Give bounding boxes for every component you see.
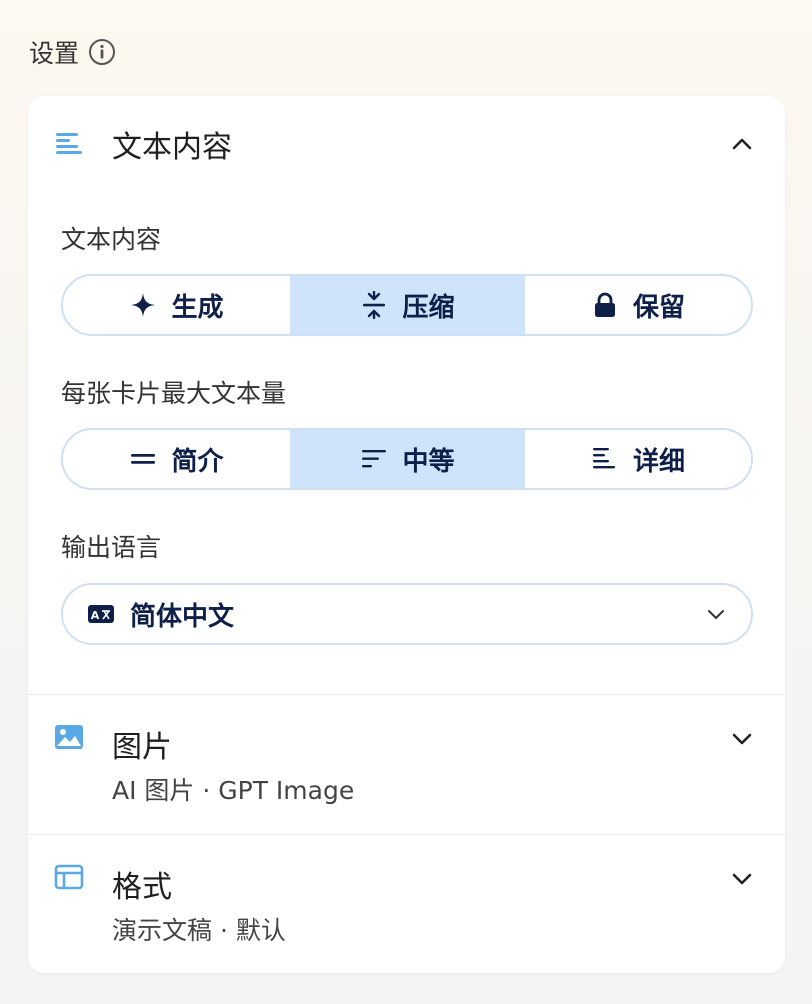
svg-text:A: A [91, 609, 100, 622]
option-generate-label: 生成 [171, 292, 224, 323]
output-language-value: 简体中文 [130, 601, 235, 632]
content-mode-label: 文本内容 [61, 225, 162, 254]
format-section-header[interactable]: 格式 演示文稿 · 默认 [28, 848, 785, 948]
output-language-select[interactable]: A 简体中文 [61, 583, 753, 645]
chevron-down-icon[interactable] [729, 866, 755, 892]
settings-title: 设置 [29, 39, 80, 68]
many-lines-icon [592, 448, 615, 469]
option-compress-button[interactable]: 压缩 [290, 276, 525, 334]
lock-icon [594, 292, 615, 317]
option-detailed-button[interactable]: 详细 [525, 430, 751, 488]
section-divider [28, 694, 785, 695]
medium-lines-icon [362, 450, 387, 468]
option-brief-button[interactable]: 简介 [63, 430, 290, 488]
text-amount-label: 每张卡片最大文本量 [61, 379, 287, 408]
text-amount-selector: 简介 中等 详细 [61, 428, 753, 490]
chevron-down-icon [705, 603, 727, 625]
option-brief-label: 简介 [171, 446, 224, 477]
chevron-down-icon[interactable] [729, 726, 755, 752]
image-section-header[interactable]: 图片 AI 图片 · GPT Image [28, 708, 785, 808]
format-section-title: 格式 [112, 870, 172, 905]
two-lines-icon [131, 454, 156, 464]
format-section-subtitle: 演示文稿 · 默认 [112, 916, 286, 945]
option-detailed-label: 详细 [632, 446, 685, 477]
image-section-subtitle: AI 图片 · GPT Image [112, 776, 355, 805]
chevron-up-icon[interactable] [729, 131, 755, 157]
text-section-header[interactable]: 文本内容 [28, 114, 785, 174]
settings-header: 设置 [29, 34, 117, 70]
info-icon[interactable] [87, 37, 117, 67]
compress-icon [363, 291, 386, 319]
section-divider [28, 834, 785, 835]
option-medium-button[interactable]: 中等 [290, 430, 525, 488]
option-keep-label: 保留 [632, 292, 685, 323]
image-section-title: 图片 [112, 730, 172, 765]
sparkle-icon [131, 293, 156, 317]
output-language-label: 输出语言 [61, 533, 162, 562]
translate-icon: A [87, 603, 115, 625]
option-medium-label: 中等 [402, 446, 455, 477]
image-icon [54, 722, 84, 752]
text-lines-icon [54, 129, 84, 159]
content-mode-selector: 生成 压缩 保留 [61, 274, 753, 336]
option-compress-label: 压缩 [402, 292, 455, 323]
settings-card: 文本内容 文本内容 生成 压缩 保留 每张卡片最大文本量 简介 中等 详细 输出… [28, 96, 785, 973]
layout-icon [54, 862, 84, 892]
option-keep-button[interactable]: 保留 [525, 276, 751, 334]
text-section-title: 文本内容 [112, 130, 232, 165]
option-generate-button[interactable]: 生成 [63, 276, 290, 334]
